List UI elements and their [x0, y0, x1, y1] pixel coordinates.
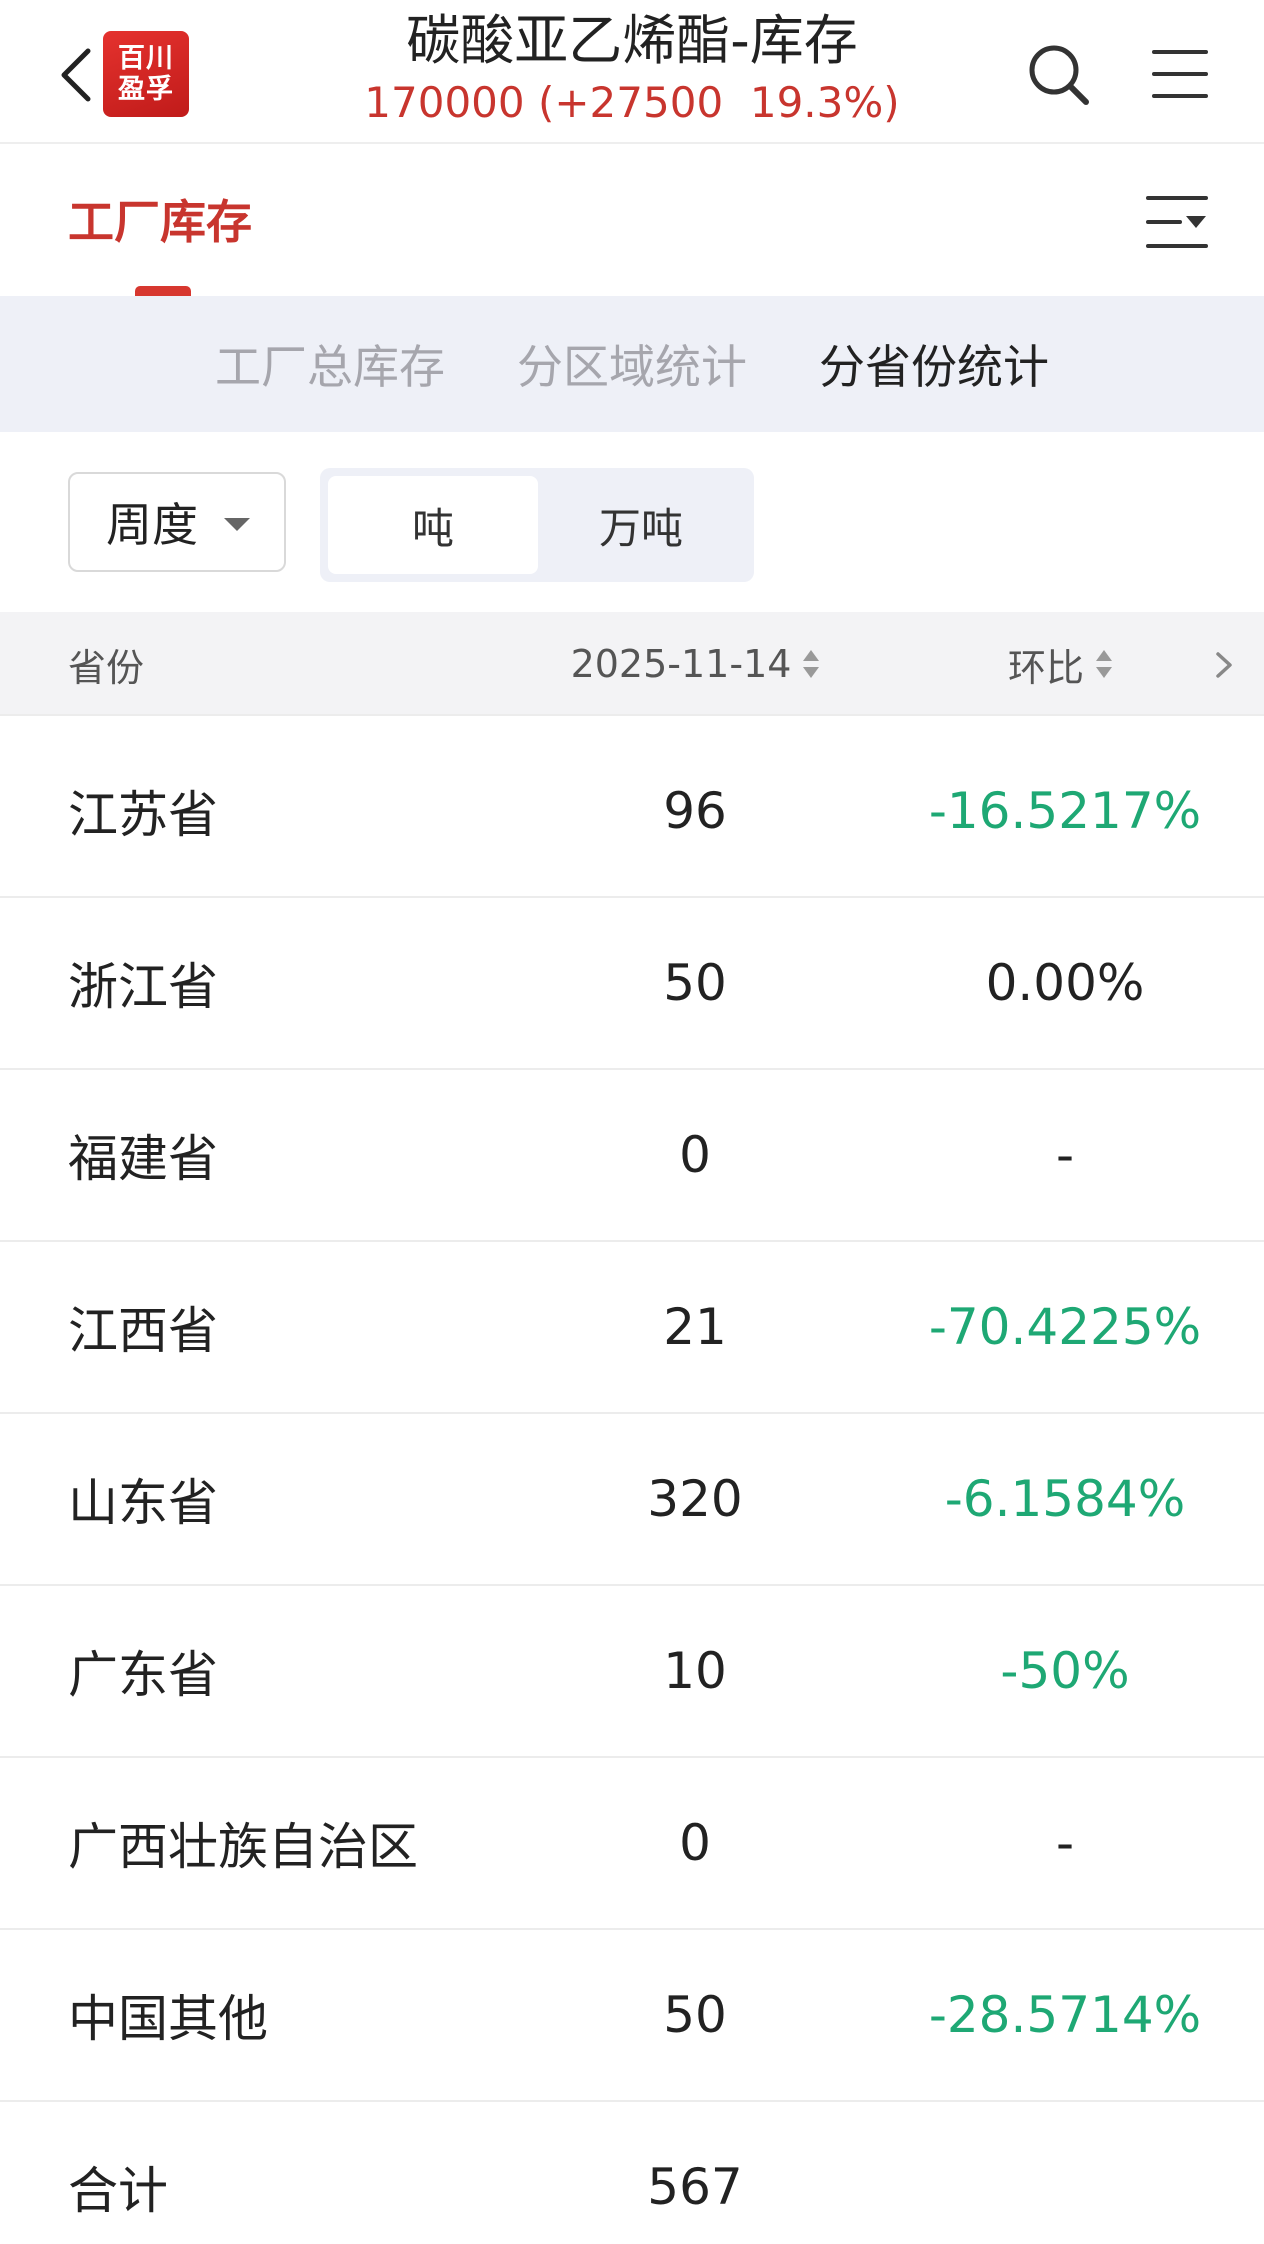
filter-button[interactable]	[1146, 190, 1208, 254]
app-header: 百川 盈孚 碳酸亚乙烯酯-库存 170000 (+27500 19.3%)	[0, 0, 1264, 144]
table-row[interactable]: 江西省 21 -70.4225%	[0, 1242, 1264, 1414]
unit-ton-button[interactable]: 吨	[328, 476, 538, 574]
column-change[interactable]: 环比	[930, 612, 1190, 716]
change-cell: -	[1055, 1814, 1075, 1872]
value-cell: 10	[663, 1642, 727, 1700]
province-cell: 中国其他	[68, 1990, 268, 2048]
logo-line-2: 盈孚	[118, 74, 174, 105]
province-cell: 广西壮族自治区	[68, 1818, 418, 1876]
logo-line-1: 百川	[118, 43, 174, 74]
title-block: 碳酸亚乙烯酯-库存 170000 (+27500 19.3%)	[260, 6, 1004, 130]
change-cell: -16.5217%	[928, 782, 1202, 840]
change-cell: -6.1584%	[944, 1470, 1186, 1528]
province-cell: 广东省	[68, 1646, 218, 1704]
change-cell: -50%	[1000, 1642, 1130, 1700]
table-row[interactable]: 江苏省 96 -16.5217%	[0, 726, 1264, 898]
tab-factory-total[interactable]: 工厂总库存	[215, 331, 445, 397]
price-summary: 170000 (+27500 19.3%)	[364, 78, 900, 127]
tab-by-region[interactable]: 分区域统计	[517, 331, 747, 397]
province-cell: 江苏省	[68, 786, 218, 844]
change-cell: -70.4225%	[928, 1298, 1202, 1356]
sort-icon	[803, 650, 820, 678]
column-change-label: 环比	[1007, 645, 1084, 690]
unit-toggle: 吨 万吨	[320, 468, 754, 582]
province-cell: 福建省	[68, 1130, 218, 1188]
period-dropdown[interactable]: 周度	[68, 472, 286, 572]
value-cell: 320	[647, 1470, 743, 1528]
province-cell: 浙江省	[68, 958, 218, 1016]
chevron-left-icon	[61, 48, 91, 102]
app-logo: 百川 盈孚	[103, 31, 189, 117]
value-cell: 21	[663, 1298, 727, 1356]
menu-button[interactable]	[1148, 42, 1212, 106]
more-columns-button[interactable]	[1208, 640, 1238, 690]
table-row[interactable]: 浙江省 50 0.00%	[0, 898, 1264, 1070]
value-cell: 96	[663, 782, 727, 840]
category-bar: 工厂库存	[0, 146, 1264, 296]
column-province: 省份	[68, 612, 144, 716]
tab-by-province[interactable]: 分省份统计	[819, 331, 1049, 397]
value-cell: 0	[679, 1814, 711, 1872]
column-date-label: 2025-11-14	[570, 642, 792, 686]
table-row[interactable]: 广西壮族自治区 0 -	[0, 1758, 1264, 1930]
province-cell: 江西省	[68, 1302, 218, 1360]
province-cell: 山东省	[68, 1474, 218, 1532]
search-button[interactable]	[1024, 40, 1094, 110]
change-cell: -28.5714%	[928, 1986, 1202, 2044]
unit-10k-ton-button[interactable]: 万吨	[536, 476, 746, 574]
back-button[interactable]	[50, 40, 100, 110]
sub-tab-bar: 工厂总库存 分区域统计 分省份统计	[0, 296, 1264, 432]
table-body: 江苏省 96 -16.5217% 浙江省 50 0.00% 福建省 0 - 江西…	[0, 726, 1264, 2244]
table-row[interactable]: 山东省 320 -6.1584%	[0, 1414, 1264, 1586]
table-row[interactable]: 广东省 10 -50%	[0, 1586, 1264, 1758]
total-value: 567	[647, 2158, 743, 2216]
column-province-label: 省份	[68, 645, 145, 690]
controls-row: 周度 吨 万吨	[0, 432, 1264, 612]
filter-list-icon	[1146, 196, 1208, 248]
table-header: 省份 2025-11-14 环比	[0, 612, 1264, 716]
page-title: 碳酸亚乙烯酯-库存	[406, 9, 858, 72]
value-cell: 50	[663, 1986, 727, 2044]
table-row[interactable]: 福建省 0 -	[0, 1070, 1264, 1242]
search-icon	[1029, 45, 1089, 105]
value-cell: 0	[679, 1126, 711, 1184]
chevron-right-icon	[1216, 652, 1232, 678]
sort-icon	[1096, 650, 1112, 678]
caret-down-icon	[224, 518, 250, 531]
total-change	[900, 2102, 1230, 2244]
table-row[interactable]: 中国其他 50 -28.5714%	[0, 1930, 1264, 2102]
change-cell: 0.00%	[985, 954, 1145, 1012]
total-row: 合计 567	[0, 2102, 1264, 2244]
menu-icon	[1152, 50, 1208, 98]
column-date[interactable]: 2025-11-14	[540, 612, 850, 716]
total-label: 合计	[68, 2162, 168, 2220]
active-tab-indicator	[135, 286, 191, 296]
value-cell: 50	[663, 954, 727, 1012]
period-value: 周度	[106, 498, 198, 552]
tab-factory-inventory[interactable]: 工厂库存	[68, 186, 252, 252]
change-cell: -	[1055, 1126, 1075, 1184]
